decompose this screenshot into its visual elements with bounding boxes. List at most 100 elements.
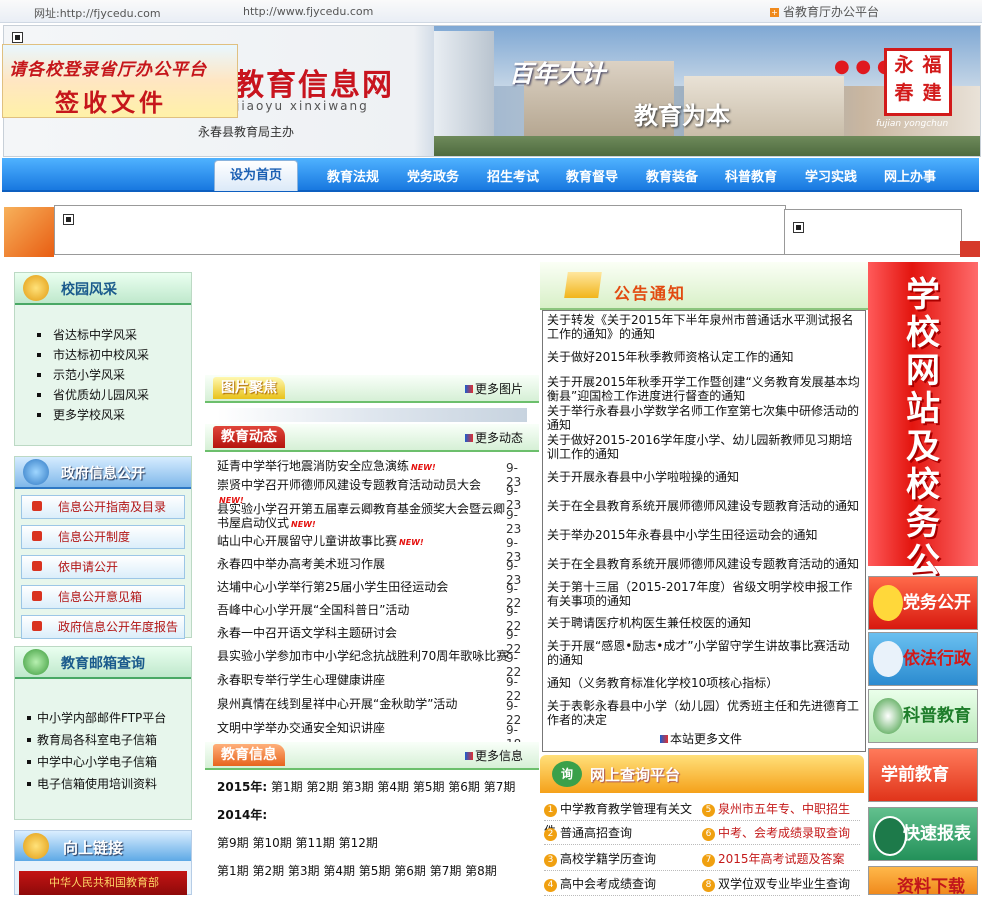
- announcement-header: 公告通知: [540, 262, 868, 310]
- upward-links-panel: 向上链接 中华人民共和国教育部: [14, 830, 192, 895]
- campus-title: 校园风采: [61, 282, 117, 298]
- nav-home[interactable]: 设为首页: [214, 160, 298, 191]
- announcement-item[interactable]: 关于做好2015-2016学年度小学、幼儿园新教师见习期培训工作的通知: [547, 433, 861, 461]
- announcement-item[interactable]: 关于做好2015年秋季教师资格认定工作的通知: [547, 350, 861, 364]
- nav-item[interactable]: 教育装备: [646, 166, 698, 185]
- issues-2015-row: 2015年: 第1期 第2期 第3期 第4期 第5期 第6期 第7期: [217, 778, 515, 795]
- news-item[interactable]: 延青中学举行地震消防安全应急演练 NEW! 9-23: [217, 459, 531, 489]
- more-files-link[interactable]: 本站更多文件: [660, 730, 742, 747]
- photos-header: 图片聚焦 更多图片: [205, 375, 539, 403]
- preschool-button[interactable]: 学前教育: [868, 748, 978, 802]
- more-photos-label: 更多图片: [474, 382, 523, 396]
- nav-item[interactable]: 学习实践: [805, 166, 857, 185]
- info-header: 教育信息 更多信息: [205, 742, 539, 770]
- announcement-item[interactable]: 关于在全县教育系统开展师德师风建设专题教育活动的通知: [547, 499, 861, 513]
- campus-link[interactable]: 市达标初中校风采: [15, 345, 191, 365]
- nav-item[interactable]: 招生考试: [487, 166, 539, 185]
- campus-link[interactable]: 示范小学风采: [15, 365, 191, 385]
- slogan-1: 百年大计: [509, 60, 605, 88]
- party-affairs-button[interactable]: 党务公开: [868, 576, 978, 630]
- more-photos-link[interactable]: 更多图片: [464, 380, 523, 397]
- nav-item[interactable]: 网上办事: [884, 166, 936, 185]
- number-badge: 3: [544, 854, 557, 867]
- main-nav: 设为首页 教育法规 党务政务 招生考试 教育督导 教育装备 科普教育 学习实践 …: [2, 158, 979, 192]
- announcement-item[interactable]: 关于在全县教育系统开展师德师风建设专题教育活动的通知: [547, 557, 861, 571]
- law-admin-label: 依法行政: [903, 649, 971, 669]
- mail-link[interactable]: 电子信箱使用培训资料: [15, 773, 191, 795]
- news-text: 文明中学举办交通安全知识讲座: [217, 721, 386, 735]
- moe-link[interactable]: 中华人民共和国教育部: [19, 871, 187, 895]
- quick-report-button[interactable]: 快速报表: [868, 807, 978, 861]
- nav-item[interactable]: 教育法规: [327, 166, 379, 185]
- provincial-platform-link[interactable]: + 省教育厅办公平台: [770, 3, 879, 20]
- science-edu-button[interactable]: 科普教育: [868, 689, 978, 743]
- nav-item[interactable]: 党务政务: [407, 166, 459, 185]
- photos-title: 图片聚焦: [213, 377, 285, 399]
- issue-links[interactable]: 第9期 第10期 第11期 第12期: [217, 834, 378, 851]
- query-item[interactable]: 7 2015年高考试题及答案: [702, 848, 860, 871]
- site-url-label: 网址:http://fjycedu.com: [34, 7, 161, 20]
- announcement-item[interactable]: 关于举行永春县小学数学名师工作室第七次集中研修活动的通知: [547, 404, 861, 432]
- more-news-link[interactable]: 更多动态: [464, 429, 523, 446]
- announcement-item[interactable]: 关于开展永春县中小学啦啦操的通知: [547, 470, 861, 484]
- download-button[interactable]: 资料下载: [868, 866, 978, 897]
- scrolling-notice-box[interactable]: [54, 205, 786, 255]
- provincial-platform-label: 省教育厅办公平台: [783, 5, 880, 19]
- mail-link[interactable]: 教育局各科室电子信箱: [15, 729, 191, 751]
- announcement-item[interactable]: 关于开展2015年秋季开学工作暨创建“义务教育发展基本均衡县”迎国检工作进度进行…: [547, 375, 861, 403]
- floating-notice-ad[interactable]: 请各校登录省厅办公平台 签收文件: [2, 44, 238, 118]
- info-title: 教育信息: [213, 744, 285, 766]
- side-notice-box[interactable]: [784, 209, 962, 255]
- number-badge: 7: [702, 854, 715, 867]
- news-header: 教育动态 更多动态: [205, 424, 539, 452]
- new-badge: NEW!: [291, 520, 316, 529]
- campus-link[interactable]: 更多学校风采: [15, 405, 191, 425]
- announcement-item[interactable]: 关于聘请医疗机构医生兼任校医的通知: [547, 616, 861, 630]
- gov-info-link[interactable]: 政府信息公开年度报告: [21, 615, 185, 639]
- banner-tower: [434, 31, 494, 146]
- mail-link[interactable]: 中学中心小学电子信箱: [15, 751, 191, 773]
- party-affairs-label: 党务公开: [903, 593, 971, 613]
- school-sites-banner[interactable]: 学校网站及校务公开: [868, 262, 978, 618]
- campus-link[interactable]: 省达标中学风采: [15, 325, 191, 345]
- globe-icon: [23, 459, 49, 485]
- news-item[interactable]: 崇贤中学召开师德师风建设专题教育活动动员大会 NEW! 9-23: [217, 478, 531, 512]
- nav-item[interactable]: 教育督导: [566, 166, 618, 185]
- photo-strip[interactable]: [217, 408, 527, 422]
- nav-item[interactable]: 科普教育: [725, 166, 777, 185]
- news-date: 9-23: [506, 508, 522, 536]
- gov-info-link[interactable]: 依申请公开: [21, 555, 185, 579]
- announcement-panel: 公告通知 关于转发《关于2015年下半年泉州市普通话水平测试报名工作的通知》的通…: [540, 262, 868, 752]
- campus-link[interactable]: 省优质幼儿园风采: [15, 385, 191, 405]
- announcement-item[interactable]: 关于举办2015年永春县中小学生田径运动会的通知: [547, 528, 861, 542]
- announcement-item[interactable]: 关于开展“感恩•励志•成才”小学留守学生讲故事比赛活动的通知: [547, 639, 861, 667]
- site-url-alt[interactable]: http://www.fjycedu.com: [243, 5, 373, 18]
- number-badge: 6: [702, 828, 715, 841]
- site-host: 永春县教育局主办: [198, 125, 295, 139]
- news-item[interactable]: 岵山中心开展留守儿童讲故事比赛 NEW! 9-23: [217, 534, 531, 564]
- gov-info-link[interactable]: 信息公开指南及目录: [21, 495, 185, 519]
- seal-char: 春: [894, 82, 914, 104]
- query-item[interactable]: 1中学教育教学管理有关文件: [544, 798, 702, 838]
- gov-info-link[interactable]: 信息公开意见箱: [21, 585, 185, 609]
- query-item[interactable]: 3 高校学籍学历查询: [544, 848, 702, 871]
- law-admin-button[interactable]: 依法行政: [868, 632, 978, 686]
- top-url-bar: 网址:http://fjycedu.com http://www.fjycedu…: [0, 0, 982, 23]
- announcement-item[interactable]: 通知（义务教育标准化学校10项核心指标）: [547, 676, 861, 690]
- query-label: 泉州市五年专、中职招生: [718, 802, 851, 816]
- gov-info-header: 政府信息公开: [15, 457, 191, 489]
- announcement-item[interactable]: 关于转发《关于2015年下半年泉州市普通话水平测试报名工作的通知》的通知: [547, 313, 861, 341]
- more-info-link[interactable]: 更多信息: [464, 747, 523, 764]
- query-item[interactable]: 2 普通高招查询: [544, 822, 702, 845]
- issue-links[interactable]: 第1期 第2期 第3期 第4期 第5期 第6期 第7期: [271, 780, 515, 794]
- close-float-icon[interactable]: [12, 32, 23, 43]
- issue-links[interactable]: 第1期 第2期 第3期 第4期 第5期 第6期 第7期 第8期: [217, 862, 497, 879]
- mail-link[interactable]: 中小学内部邮件FTP平台: [15, 707, 191, 729]
- news-text: 崇贤中学召开师德师风建设专题教育活动动员大会: [217, 478, 482, 492]
- query-item[interactable]: 5 泉州市五年专、中职招生: [702, 798, 860, 821]
- news-item[interactable]: 县实验小学召开第五届辜云卿教育基金颁奖大会暨云卿书屋启动仪式 NEW! 9-23: [217, 502, 531, 536]
- query-item[interactable]: 6 中考、会考成绩录取查询: [702, 822, 860, 845]
- announcement-item[interactable]: 关于第十三届（2015-2017年度）省级文明学校申报工作有关事项的通知: [547, 580, 861, 608]
- gov-info-link[interactable]: 信息公开制度: [21, 525, 185, 549]
- announcement-item[interactable]: 关于表彰永春县中小学（幼儿园）优秀班主任和先进德育工作者的决定: [547, 699, 861, 727]
